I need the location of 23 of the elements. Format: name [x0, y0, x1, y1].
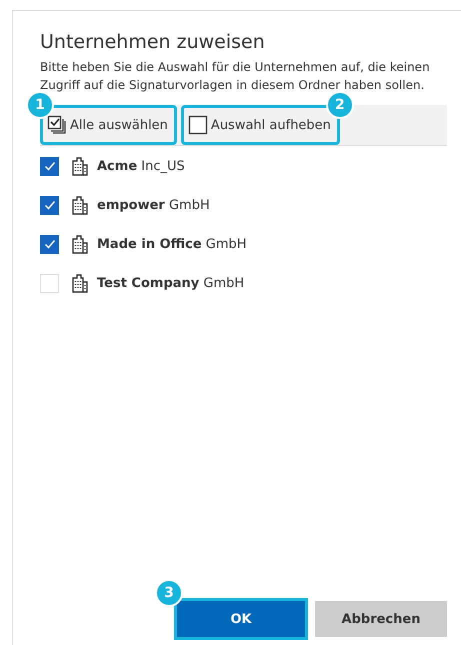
- callout-badge: 1: [26, 91, 54, 119]
- company-name: Test Company GmbH: [97, 276, 244, 290]
- building-icon: [71, 234, 89, 254]
- dialog-title: Unternehmen zuweisen: [40, 31, 266, 53]
- checkmark-icon: [44, 160, 56, 172]
- building-icon: [71, 195, 89, 215]
- checkbox-stack-icon: [47, 115, 67, 135]
- building-icon: [71, 156, 89, 176]
- company-name: Acme Inc_US: [97, 158, 185, 174]
- checkmark-icon: [44, 199, 56, 211]
- callout-badge: 2: [326, 91, 354, 119]
- checkbox[interactable]: [40, 234, 59, 254]
- cancel-button[interactable]: Abbrechen: [315, 601, 447, 637]
- ok-button[interactable]: OK: [177, 601, 305, 637]
- callout-badge: 3: [155, 579, 183, 607]
- company-name: Made in Office GmbH: [97, 236, 247, 252]
- checkmark-icon: [44, 238, 56, 250]
- empty-checkbox-icon: [188, 115, 208, 135]
- company-name: empower GmbH: [97, 198, 210, 212]
- checkbox[interactable]: [40, 196, 59, 214]
- dialog-description: Bitte heben Sie die Auswahl für die Unternehmen auf, die keinen Zugriff auf die Signaturvorlagen in diesem Ordner haben sollen.: [40, 59, 431, 94]
- building-icon: [71, 273, 89, 293]
- checkbox[interactable]: [40, 156, 59, 176]
